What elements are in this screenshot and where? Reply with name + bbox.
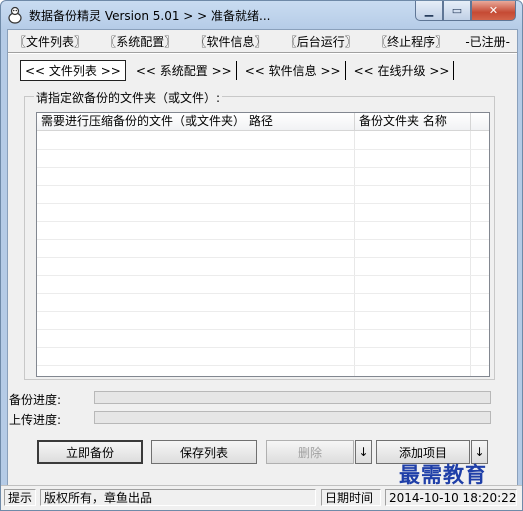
status-date-label: 日期时间 bbox=[321, 489, 381, 506]
menu-background-run[interactable]: 〖后台运行〗 bbox=[283, 32, 359, 50]
list-row[interactable] bbox=[37, 185, 489, 204]
title-bar[interactable]: 数据备份精灵 Version 5.01 > > 准备就绪... ▁ ▭ ✕ bbox=[1, 1, 522, 29]
maximize-icon: ▭ bbox=[451, 4, 463, 17]
status-datetime: 2014-10-10 18:20:22 bbox=[385, 489, 517, 506]
minimize-button[interactable]: ▁ bbox=[415, 1, 443, 21]
list-row[interactable] bbox=[37, 239, 489, 258]
menu-system-config[interactable]: 〖系统配置〗 bbox=[102, 32, 178, 50]
group-label: 请指定欲备份的文件夹（或文件）: bbox=[34, 89, 223, 106]
upload-progress-bar bbox=[94, 411, 491, 424]
menu-terminate[interactable]: 〖终止程序〗 bbox=[373, 32, 449, 50]
tab-online-upgrade[interactable]: << 在线升级 >> bbox=[350, 60, 455, 80]
column-path[interactable]: 需要进行压缩备份的文件（或文件夹） 路径 bbox=[37, 113, 355, 130]
watermark-logo: 最需教育 bbox=[399, 462, 487, 487]
close-button[interactable]: ✕ bbox=[471, 1, 516, 21]
menu-divider bbox=[8, 52, 517, 54]
file-list-view[interactable]: 需要进行压缩备份的文件（或文件夹） 路径 备份文件夹 名称 bbox=[36, 112, 490, 377]
list-header: 需要进行压缩备份的文件（或文件夹） 路径 备份文件夹 名称 bbox=[37, 113, 489, 131]
list-row[interactable] bbox=[37, 131, 489, 150]
minimize-icon: ▁ bbox=[424, 4, 434, 17]
status-copyright: 版权所有，章鱼出品 bbox=[40, 489, 316, 506]
delete-button[interactable]: 删除 bbox=[266, 440, 354, 464]
close-icon: ✕ bbox=[488, 4, 499, 17]
list-row[interactable] bbox=[37, 167, 489, 186]
list-row[interactable] bbox=[37, 221, 489, 240]
list-row[interactable] bbox=[37, 203, 489, 222]
main-window: 数据备份精灵 Version 5.01 > > 准备就绪... ▁ ▭ ✕ 〖文… bbox=[0, 0, 523, 511]
save-list-button[interactable]: 保存列表 bbox=[151, 440, 257, 464]
delete-dropdown-button[interactable]: ↓ bbox=[355, 440, 372, 464]
client-area: 〖文件列表〗 〖系统配置〗 〖软件信息〗 〖后台运行〗 〖终止程序〗 -已注册-… bbox=[7, 29, 518, 506]
list-row[interactable] bbox=[37, 149, 489, 168]
maximize-button[interactable]: ▭ bbox=[443, 1, 471, 21]
backup-now-button[interactable]: 立即备份 bbox=[37, 440, 143, 464]
list-row[interactable] bbox=[37, 275, 489, 294]
tab-software-info[interactable]: << 软件信息 >> bbox=[241, 60, 346, 80]
app-icon bbox=[8, 6, 22, 24]
list-row[interactable] bbox=[37, 257, 489, 276]
tab-file-list[interactable]: << 文件列表 >> bbox=[20, 59, 126, 81]
tab-system-config[interactable]: << 系统配置 >> bbox=[132, 60, 237, 80]
menu-registered[interactable]: -已注册- bbox=[463, 32, 512, 50]
list-row[interactable] bbox=[37, 293, 489, 312]
list-row[interactable] bbox=[37, 347, 489, 366]
menu-software-info[interactable]: 〖软件信息〗 bbox=[193, 32, 269, 50]
tab-strip: << 文件列表 >> << 系统配置 >> << 软件信息 >> << 在线升级… bbox=[20, 59, 458, 81]
status-hint: 提示 bbox=[4, 489, 36, 506]
backup-progress-label: 备份进度: bbox=[9, 393, 62, 407]
upload-progress-label: 上传进度: bbox=[9, 413, 62, 427]
window-title: 数据备份精灵 Version 5.01 > > 准备就绪... bbox=[29, 9, 271, 23]
backup-progress-bar bbox=[94, 391, 491, 404]
menu-bar: 〖文件列表〗 〖系统配置〗 〖软件信息〗 〖后台运行〗 〖终止程序〗 -已注册- bbox=[12, 32, 512, 50]
list-row[interactable] bbox=[37, 365, 489, 376]
menu-file-list[interactable]: 〖文件列表〗 bbox=[12, 32, 88, 50]
list-row[interactable] bbox=[37, 311, 489, 330]
column-backup-folder[interactable]: 备份文件夹 名称 bbox=[355, 113, 471, 130]
list-row[interactable] bbox=[37, 329, 489, 348]
